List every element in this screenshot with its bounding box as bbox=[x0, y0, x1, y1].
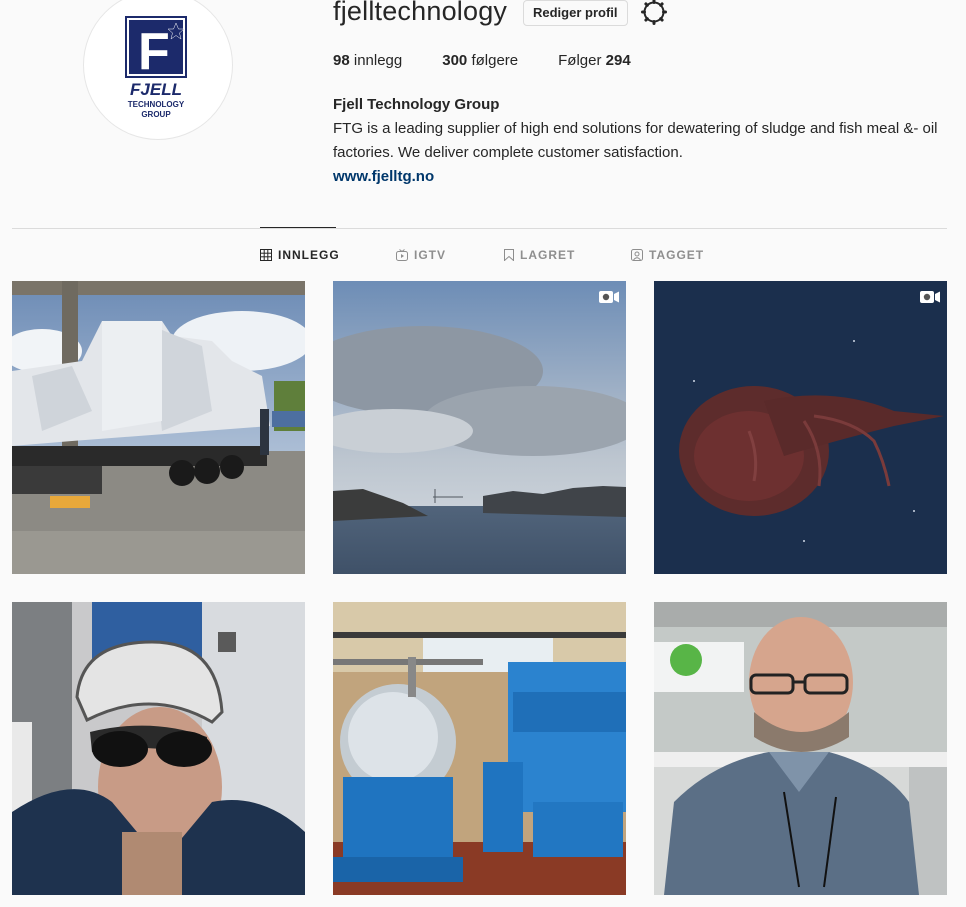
portrait-photo bbox=[654, 602, 947, 895]
fjell-logo: F FJELL TECHNOLOGY GROUP bbox=[125, 16, 187, 119]
tab-innlegg[interactable]: INNLEGG bbox=[260, 248, 340, 262]
tabs-divider bbox=[12, 228, 947, 229]
tag-icon bbox=[631, 249, 643, 261]
profile-avatar[interactable]: F FJELL TECHNOLOGY GROUP bbox=[83, 0, 233, 140]
sea-creature-photo bbox=[654, 281, 947, 574]
active-tab-indicator bbox=[260, 227, 336, 228]
video-icon bbox=[599, 291, 619, 303]
tab-igtv[interactable]: IGTV bbox=[396, 248, 446, 262]
igtv-icon bbox=[396, 249, 408, 261]
video-icon bbox=[920, 291, 940, 303]
profile-bio: Fjell Technology Group FTG is a leading … bbox=[333, 93, 953, 189]
tab-tagget[interactable]: TAGGET bbox=[631, 248, 704, 262]
post-tile[interactable] bbox=[654, 281, 947, 574]
bookmark-icon bbox=[504, 249, 514, 261]
svg-text:TECHNOLOGY: TECHNOLOGY bbox=[128, 100, 185, 109]
website-link[interactable]: www.fjelltg.no bbox=[333, 165, 953, 189]
fjord-photo bbox=[333, 281, 626, 574]
edit-profile-button[interactable]: Rediger profil bbox=[523, 0, 628, 26]
svg-text:GROUP: GROUP bbox=[141, 110, 171, 119]
settings-gear-icon[interactable] bbox=[641, 0, 667, 25]
grid-icon bbox=[260, 249, 272, 261]
svg-text:FJELL: FJELL bbox=[130, 80, 182, 99]
bio-text: FTG is a leading supplier of high end so… bbox=[333, 120, 938, 161]
post-tile[interactable] bbox=[333, 602, 626, 895]
truck-photo bbox=[12, 281, 305, 574]
svg-text:F: F bbox=[138, 23, 170, 81]
post-tile[interactable] bbox=[12, 602, 305, 895]
tab-lagret[interactable]: LAGRET bbox=[504, 248, 575, 262]
post-tile[interactable] bbox=[12, 281, 305, 574]
following-stat[interactable]: Følger 294 bbox=[558, 52, 631, 69]
machinery-photo bbox=[333, 602, 626, 895]
profile-full-name: Fjell Technology Group bbox=[333, 96, 500, 113]
post-tile[interactable] bbox=[333, 281, 626, 574]
profile-username: fjelltechnology bbox=[333, 0, 508, 26]
post-tile[interactable] bbox=[654, 602, 947, 895]
posts-stat: 98 innlegg bbox=[333, 52, 403, 69]
followers-stat[interactable]: 300 følgere bbox=[442, 52, 518, 69]
cyclist-selfie-photo bbox=[12, 602, 305, 895]
profile-stats: 98 innlegg 300 følgere Følger 294 bbox=[333, 52, 631, 69]
profile-tabs: INNLEGG IGTV LAGRET TAGGET bbox=[0, 248, 966, 264]
